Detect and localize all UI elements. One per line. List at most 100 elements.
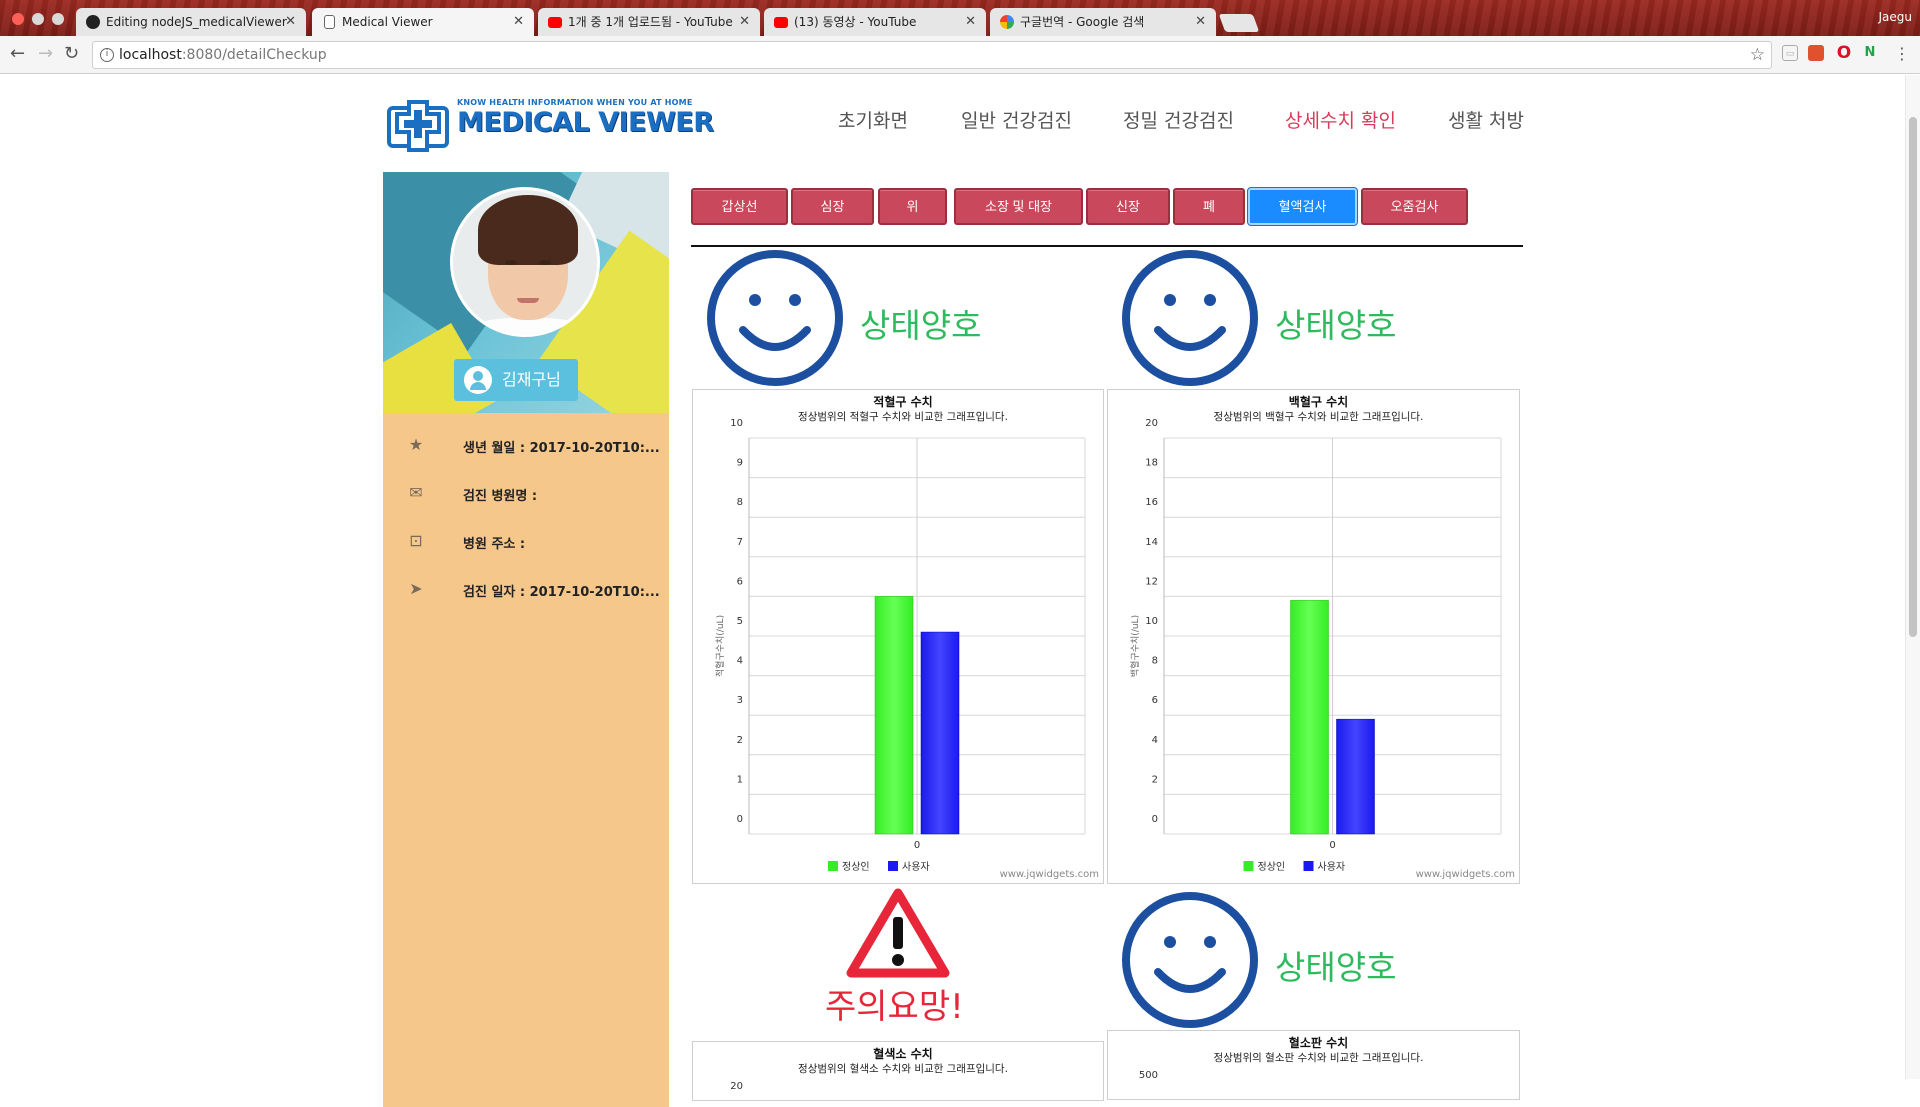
y-tick-label: 10 [730,418,743,429]
document-icon [324,15,335,29]
user-name: 김재구님 [502,370,561,389]
y-tick-label: 3 [737,695,743,706]
chart-watermark: www.jqwidgets.com [1000,869,1099,880]
chart-subtitle: 정상범위의 혈소판 수치와 비교한 그래프입니다. [1214,1051,1424,1064]
y-axis-label: 적혈구수치(/uL) [714,615,726,677]
more-menu-icon[interactable]: ⋮ [1894,44,1910,64]
birth-text: 생년 월일 : 2017-10-20T10:... [463,441,660,456]
profile-name[interactable]: Jaegu [1879,10,1913,24]
envelope-open-icon: ✉ [409,483,423,502]
close-icon[interactable]: ✕ [965,8,976,36]
category-stomach-button[interactable]: 위 [878,188,947,225]
y-tick-label: 18 [1145,458,1158,469]
y-tick-label: 12 [1145,576,1158,587]
tab-title: 1개 중 1개 업로드됨 - YouTube [568,15,733,29]
nav-home[interactable]: 초기화면 [838,106,908,133]
profile-sidebar: 김재구님 ★ 생년 월일 : 2017-10-20T10:... ✉ 검진 병원… [383,172,669,1107]
legend-label: 사용자 [1318,861,1346,873]
y-tick-label: 8 [737,497,743,508]
y-tick-label: 6 [1152,695,1158,706]
smiley-face-icon [707,250,843,386]
nav-detail-values[interactable]: 상세수치 확인 [1285,106,1396,133]
zoom-window-button[interactable] [52,13,64,25]
nav-life-prescription[interactable]: 생활 처방 [1448,106,1524,133]
category-intestine-button[interactable]: 소장 및 대장 [954,188,1083,225]
chart-watermark: www.jqwidgets.com [1416,869,1515,880]
close-window-button[interactable] [12,13,24,25]
close-icon[interactable]: ✕ [513,8,524,36]
y-tick-label: 1 [737,774,743,785]
category-urine-test-button[interactable]: 오줌검사 [1361,188,1468,225]
nav-general-checkup[interactable]: 일반 건강검진 [961,106,1072,133]
y-tick-label: 2 [737,735,743,746]
forward-arrow-icon[interactable]: → [38,44,53,64]
minimize-window-button[interactable] [32,13,44,25]
page-scrollbar[interactable] [1905,75,1920,1079]
browser-tab-active[interactable]: Medical Viewer ✕ [312,8,534,36]
y-tick-label: 500 [1139,1070,1158,1081]
nav-precision-checkup[interactable]: 정밀 건강검진 [1123,106,1234,133]
tab-title: Editing nodeJS_medicalViewer [106,15,287,29]
y-tick-label: 20 [730,1081,743,1092]
browser-tab[interactable]: (13) 동영상 - YouTube ✕ [764,8,986,36]
bar-user [1336,718,1375,835]
y-axis-label: 백혈구수치(/uL) [1129,615,1141,677]
close-icon[interactable]: ✕ [739,8,750,36]
wbc-chart: 백혈구 수치 정상범위의 백혈구 수치와 비교한 그래프입니다. 0 2 4 6 8 10 12… [1107,389,1520,884]
browser-tab[interactable]: 1개 중 1개 업로드됨 - YouTube ✕ [538,8,760,36]
extension-opera-icon[interactable]: O [1836,45,1852,62]
platelet-chart: 혈소판 수치 정상범위의 혈소판 수치와 비교한 그래프입니다. 500 [1107,1030,1520,1100]
extension-cast-icon[interactable]: ▭ [1782,45,1798,61]
category-heart-button[interactable]: 심장 [791,188,874,225]
browser-toolbar: ← → ↻ i localhost:8080/detailCheckup ☆ ▭… [0,36,1920,74]
chart-subtitle: 정상범위의 백혈구 수치와 비교한 그래프입니다. [1214,410,1424,423]
y-tick-label: 8 [1152,656,1158,667]
close-icon[interactable]: ✕ [285,8,296,36]
user-icon [464,366,492,394]
y-tick-label: 9 [737,458,743,469]
browser-tab[interactable]: 구글번역 - Google 검색 ✕ [990,8,1216,36]
category-lung-button[interactable]: 폐 [1173,188,1245,225]
back-arrow-icon[interactable]: ← [10,44,25,64]
x-tick-label: 0 [914,840,920,851]
warning-triangle-icon [846,888,950,978]
site-logo[interactable]: KNOW HEALTH INFORMATION WHEN YOU AT HOME… [387,94,714,154]
legend-label: 사용자 [902,861,930,873]
reload-icon[interactable]: ↻ [64,44,79,64]
url-path: :8080/detailCheckup [181,47,327,63]
tab-title: Medical Viewer [342,15,433,29]
smiley-face-icon [1122,892,1258,1028]
category-thyroid-button[interactable]: 갑상선 [691,188,788,225]
info-icon[interactable]: i [100,48,114,62]
tab-title: (13) 동영상 - YouTube [794,15,917,29]
youtube-icon [548,17,562,28]
info-address: ⊡ 병원 주소 : [383,530,669,554]
address-bar[interactable]: i localhost:8080/detailCheckup ☆ [92,41,1772,69]
user-name-badge[interactable]: 김재구님 [454,359,578,401]
smiley-face-icon [1122,250,1258,386]
extension-office-icon[interactable] [1808,45,1824,61]
scrollbar-thumb[interactable] [1909,117,1917,637]
extension-naver-icon[interactable]: N [1862,45,1878,61]
logo-tagline: KNOW HEALTH INFORMATION WHEN YOU AT HOME [457,98,693,107]
star-icon: ★ [408,435,424,454]
status-warn-label: 주의요망! [825,987,964,1027]
close-icon[interactable]: ✕ [1195,8,1206,36]
logo-title: MEDICAL VIEWER [457,107,714,138]
bar-user [920,631,960,835]
bar-normal [1290,600,1329,835]
chart-subtitle: 정상범위의 혈색소 수치와 비교한 그래프입니다. [798,1062,1008,1075]
category-blood-test-button[interactable]: 혈액검사 [1248,188,1357,225]
new-tab-button[interactable] [1218,14,1260,32]
browser-tab[interactable]: Editing nodeJS_medicalViewer ✕ [76,8,306,36]
bookmark-star-icon[interactable]: ☆ [1750,42,1765,68]
chart-title: 혈소판 수치 [1289,1035,1348,1050]
y-tick-label: 7 [737,537,743,548]
legend-swatch [1303,861,1314,871]
info-hospital: ✉ 검진 병원명 : [383,482,669,506]
category-kidney-button[interactable]: 신장 [1086,188,1170,225]
status-good-label: 상태양호 [860,306,982,345]
checkup-date-text: 검진 일자 : 2017-10-20T10:... [463,585,660,600]
legend-swatch [1243,861,1254,871]
page-content: KNOW HEALTH INFORMATION WHEN YOU AT HOME… [0,75,1905,1107]
